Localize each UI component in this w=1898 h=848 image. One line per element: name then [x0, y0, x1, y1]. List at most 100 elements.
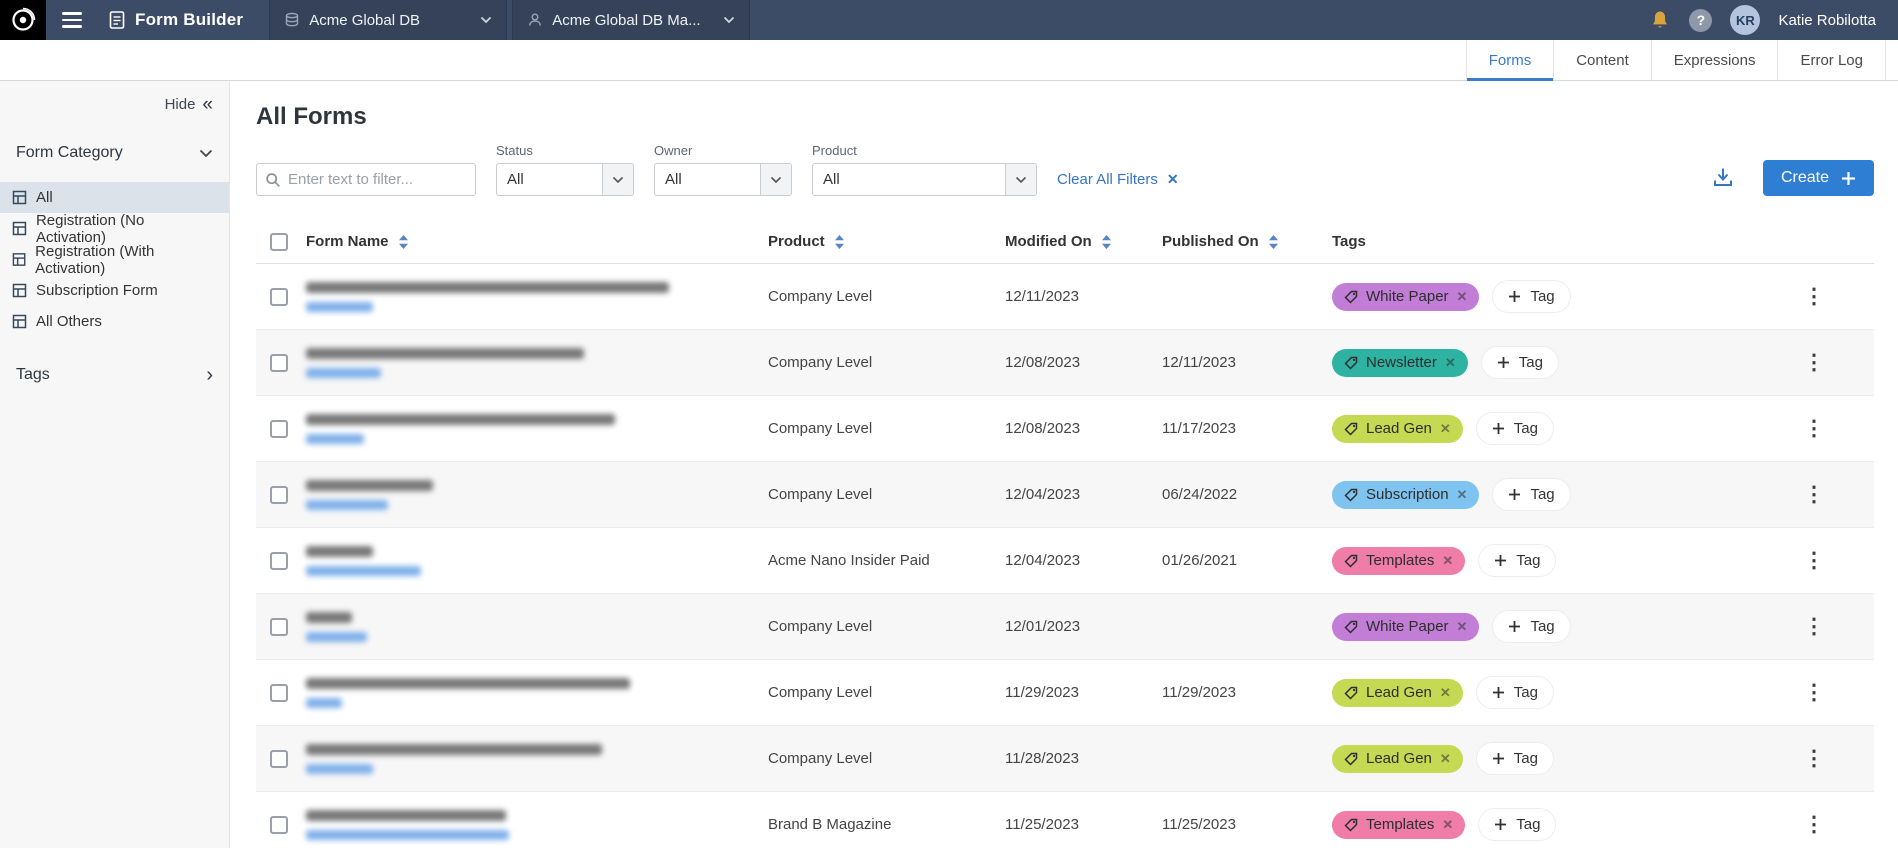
- tag-pill[interactable]: White Paper ✕: [1332, 613, 1479, 641]
- tag-pill[interactable]: Lead Gen ✕: [1332, 415, 1463, 443]
- add-tag-button[interactable]: Tag: [1477, 413, 1553, 444]
- select-all-checkbox[interactable]: [270, 233, 288, 251]
- add-tag-button[interactable]: Tag: [1493, 479, 1569, 510]
- remove-tag-icon[interactable]: ✕: [1442, 553, 1453, 569]
- form-link-redacted[interactable]: [306, 368, 381, 378]
- row-menu-icon[interactable]: ⋮: [1804, 550, 1825, 571]
- form-name-redacted[interactable]: [306, 282, 669, 293]
- app-logo[interactable]: [0, 0, 46, 40]
- form-link-redacted[interactable]: [306, 830, 509, 840]
- remove-tag-icon[interactable]: ✕: [1445, 355, 1456, 371]
- row-checkbox[interactable]: [270, 816, 288, 834]
- form-name-redacted[interactable]: [306, 546, 373, 557]
- form-name-redacted[interactable]: [306, 414, 615, 425]
- row-checkbox[interactable]: [270, 552, 288, 570]
- row-checkbox[interactable]: [270, 618, 288, 636]
- product-cell: Company Level: [768, 684, 1005, 701]
- add-tag-button[interactable]: Tag: [1477, 677, 1553, 708]
- tab-content[interactable]: Content: [1553, 40, 1651, 80]
- form-name-redacted[interactable]: [306, 480, 433, 491]
- tag-pill[interactable]: Lead Gen ✕: [1332, 679, 1463, 707]
- form-name-redacted[interactable]: [306, 744, 602, 755]
- remove-tag-icon[interactable]: ✕: [1440, 421, 1451, 437]
- download-button[interactable]: [1711, 165, 1735, 189]
- avatar[interactable]: KR: [1730, 5, 1760, 35]
- remove-tag-icon[interactable]: ✕: [1442, 817, 1453, 833]
- row-menu-icon[interactable]: ⋮: [1804, 352, 1825, 373]
- product-cell: Company Level: [768, 750, 1005, 767]
- add-tag-button[interactable]: Tag: [1479, 545, 1555, 576]
- tag-pill[interactable]: Templates ✕: [1332, 547, 1465, 575]
- row-menu-icon[interactable]: ⋮: [1804, 418, 1825, 439]
- sidebar-item-registration-no-activation[interactable]: Registration (No Activation): [0, 213, 229, 244]
- row-menu-icon[interactable]: ⋮: [1804, 748, 1825, 769]
- row-checkbox[interactable]: [270, 420, 288, 438]
- sort-icon[interactable]: [1268, 234, 1279, 250]
- form-link-redacted[interactable]: [306, 566, 421, 576]
- tab-forms[interactable]: Forms: [1466, 40, 1554, 80]
- add-tag-button[interactable]: Tag: [1493, 611, 1569, 642]
- remove-tag-icon[interactable]: ✕: [1440, 751, 1451, 767]
- row-checkbox[interactable]: [270, 288, 288, 306]
- clear-all-filters-button[interactable]: Clear All Filters ✕: [1057, 171, 1179, 188]
- tab-expressions[interactable]: Expressions: [1651, 40, 1778, 80]
- owner-select[interactable]: All: [654, 163, 792, 196]
- audience-selector[interactable]: Acme Global DB Ma...: [512, 0, 750, 40]
- database-selector[interactable]: Acme Global DB: [269, 0, 507, 40]
- tag-pill[interactable]: Newsletter ✕: [1332, 349, 1468, 377]
- add-tag-button[interactable]: Tag: [1477, 743, 1553, 774]
- form-name-redacted[interactable]: [306, 612, 352, 623]
- form-link-redacted[interactable]: [306, 632, 367, 642]
- create-button[interactable]: Create: [1763, 160, 1874, 196]
- database-selector-value: Acme Global DB: [309, 12, 471, 29]
- form-link-redacted[interactable]: [306, 764, 373, 774]
- sidebar-item-all[interactable]: All: [0, 182, 229, 213]
- status-select[interactable]: All: [496, 163, 634, 196]
- remove-tag-icon[interactable]: ✕: [1457, 487, 1468, 503]
- add-tag-button[interactable]: Tag: [1482, 347, 1558, 378]
- add-tag-button[interactable]: Tag: [1493, 281, 1569, 312]
- help-icon[interactable]: ?: [1689, 9, 1712, 32]
- tag-pill[interactable]: White Paper ✕: [1332, 283, 1479, 311]
- notifications-bell-icon[interactable]: [1649, 9, 1671, 32]
- form-name-redacted[interactable]: [306, 348, 584, 359]
- sidebar-item-subscription-form[interactable]: Subscription Form: [0, 275, 229, 306]
- remove-tag-icon[interactable]: ✕: [1457, 619, 1468, 635]
- row-checkbox[interactable]: [270, 486, 288, 504]
- sidebar-item-registration-with-activation[interactable]: Registration (With Activation): [0, 244, 229, 275]
- form-name-redacted[interactable]: [306, 810, 506, 821]
- chevron-right-icon: ›: [206, 365, 213, 385]
- form-category-header[interactable]: Form Category: [0, 144, 229, 162]
- product-select[interactable]: All: [812, 163, 1037, 196]
- row-menu-icon[interactable]: ⋮: [1804, 286, 1825, 307]
- remove-tag-icon[interactable]: ✕: [1440, 685, 1451, 701]
- form-link-redacted[interactable]: [306, 698, 342, 708]
- sort-icon[interactable]: [398, 234, 409, 250]
- row-menu-icon[interactable]: ⋮: [1804, 484, 1825, 505]
- form-link-redacted[interactable]: [306, 302, 373, 312]
- row-menu-icon[interactable]: ⋮: [1804, 616, 1825, 637]
- tab-error-log[interactable]: Error Log: [1777, 40, 1886, 80]
- form-link-redacted[interactable]: [306, 434, 364, 444]
- sidebar-item-all-others[interactable]: All Others: [0, 306, 229, 337]
- hide-sidebar-button[interactable]: Hide «: [0, 95, 229, 114]
- row-menu-icon[interactable]: ⋮: [1804, 682, 1825, 703]
- tag-label: Newsletter: [1366, 354, 1437, 371]
- form-name-redacted[interactable]: [306, 678, 630, 689]
- filter-search-input[interactable]: [256, 163, 476, 196]
- tag-pill[interactable]: Subscription ✕: [1332, 481, 1479, 509]
- add-tag-button[interactable]: Tag: [1479, 809, 1555, 840]
- row-menu-icon[interactable]: ⋮: [1804, 814, 1825, 835]
- remove-tag-icon[interactable]: ✕: [1457, 289, 1468, 305]
- sort-icon[interactable]: [834, 234, 845, 250]
- tags-section-header[interactable]: Tags ›: [0, 365, 229, 385]
- tag-pill[interactable]: Lead Gen ✕: [1332, 745, 1463, 773]
- tag-pill[interactable]: Templates ✕: [1332, 811, 1465, 839]
- menu-icon[interactable]: [46, 0, 98, 40]
- form-category-label: Form Category: [16, 144, 123, 162]
- form-link-redacted[interactable]: [306, 500, 388, 510]
- row-checkbox[interactable]: [270, 750, 288, 768]
- row-checkbox[interactable]: [270, 354, 288, 372]
- sort-icon[interactable]: [1101, 234, 1112, 250]
- row-checkbox[interactable]: [270, 684, 288, 702]
